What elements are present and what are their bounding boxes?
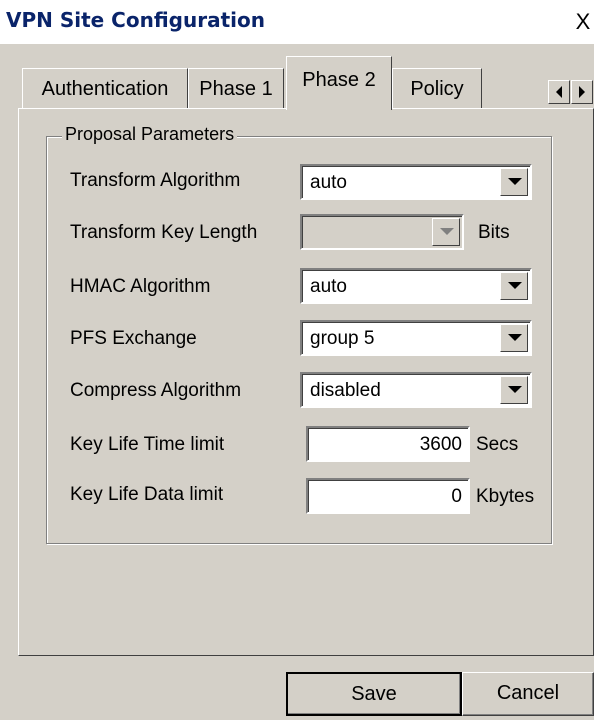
- arrow-left-icon[interactable]: [548, 80, 570, 104]
- chevron-down-icon[interactable]: [500, 376, 528, 404]
- group-title: Proposal Parameters: [62, 124, 238, 145]
- hmac-algorithm-select[interactable]: auto: [300, 268, 532, 304]
- chevron-down-icon: [432, 218, 460, 246]
- pfs-exchange-label: PFS Exchange: [70, 328, 197, 349]
- hmac-algorithm-label: HMAC Algorithm: [70, 276, 211, 297]
- bits-unit: Bits: [478, 222, 510, 243]
- kbytes-unit: Kbytes: [476, 486, 535, 507]
- tab-scroll-buttons: [548, 80, 594, 106]
- transform-key-length-select: [300, 214, 464, 250]
- tab-label: Phase 2: [302, 69, 376, 91]
- window-title: VPN Site Configuration: [6, 8, 265, 32]
- key-life-data-label: Key Life Data limit: [70, 484, 224, 505]
- tab-label: Policy: [410, 78, 464, 100]
- tab-label: Authentication: [41, 78, 169, 100]
- save-button[interactable]: Save: [286, 672, 462, 716]
- transform-key-length-label: Transform Key Length: [70, 222, 258, 243]
- chevron-down-icon[interactable]: [500, 324, 528, 352]
- tab-phase-2[interactable]: Phase 2: [286, 56, 392, 110]
- compress-algorithm-select[interactable]: disabled: [300, 372, 532, 408]
- key-life-data-value: 0: [451, 486, 462, 507]
- secs-unit: Secs: [476, 434, 519, 455]
- transform-algorithm-select[interactable]: auto: [300, 164, 532, 200]
- pfs-exchange-value: group 5: [310, 328, 375, 349]
- tab-phase-1[interactable]: Phase 1: [188, 68, 284, 108]
- key-life-time-value: 3600: [419, 434, 462, 455]
- tab-policy[interactable]: Policy: [392, 68, 482, 108]
- pfs-exchange-select[interactable]: group 5: [300, 320, 532, 356]
- transform-algorithm-value: auto: [310, 172, 347, 193]
- compress-algorithm-label: Compress Algorithm: [70, 380, 242, 401]
- key-life-time-input[interactable]: 3600: [306, 426, 470, 462]
- key-life-data-input[interactable]: 0: [306, 478, 470, 514]
- cancel-button[interactable]: Cancel: [462, 672, 594, 716]
- tab-label: Phase 1: [199, 78, 273, 100]
- compress-algorithm-value: disabled: [310, 380, 381, 401]
- hmac-algorithm-value: auto: [310, 276, 347, 297]
- transform-algorithm-label: Transform Algorithm: [70, 170, 241, 191]
- chevron-down-icon[interactable]: [500, 168, 528, 196]
- title-bar: VPN Site Configuration X: [0, 0, 594, 44]
- arrow-right-icon[interactable]: [571, 80, 593, 104]
- chevron-down-icon[interactable]: [500, 272, 528, 300]
- key-life-time-label: Key Life Time limit: [70, 434, 225, 455]
- close-icon[interactable]: X: [572, 10, 594, 34]
- tab-authentication[interactable]: Authentication: [22, 68, 188, 108]
